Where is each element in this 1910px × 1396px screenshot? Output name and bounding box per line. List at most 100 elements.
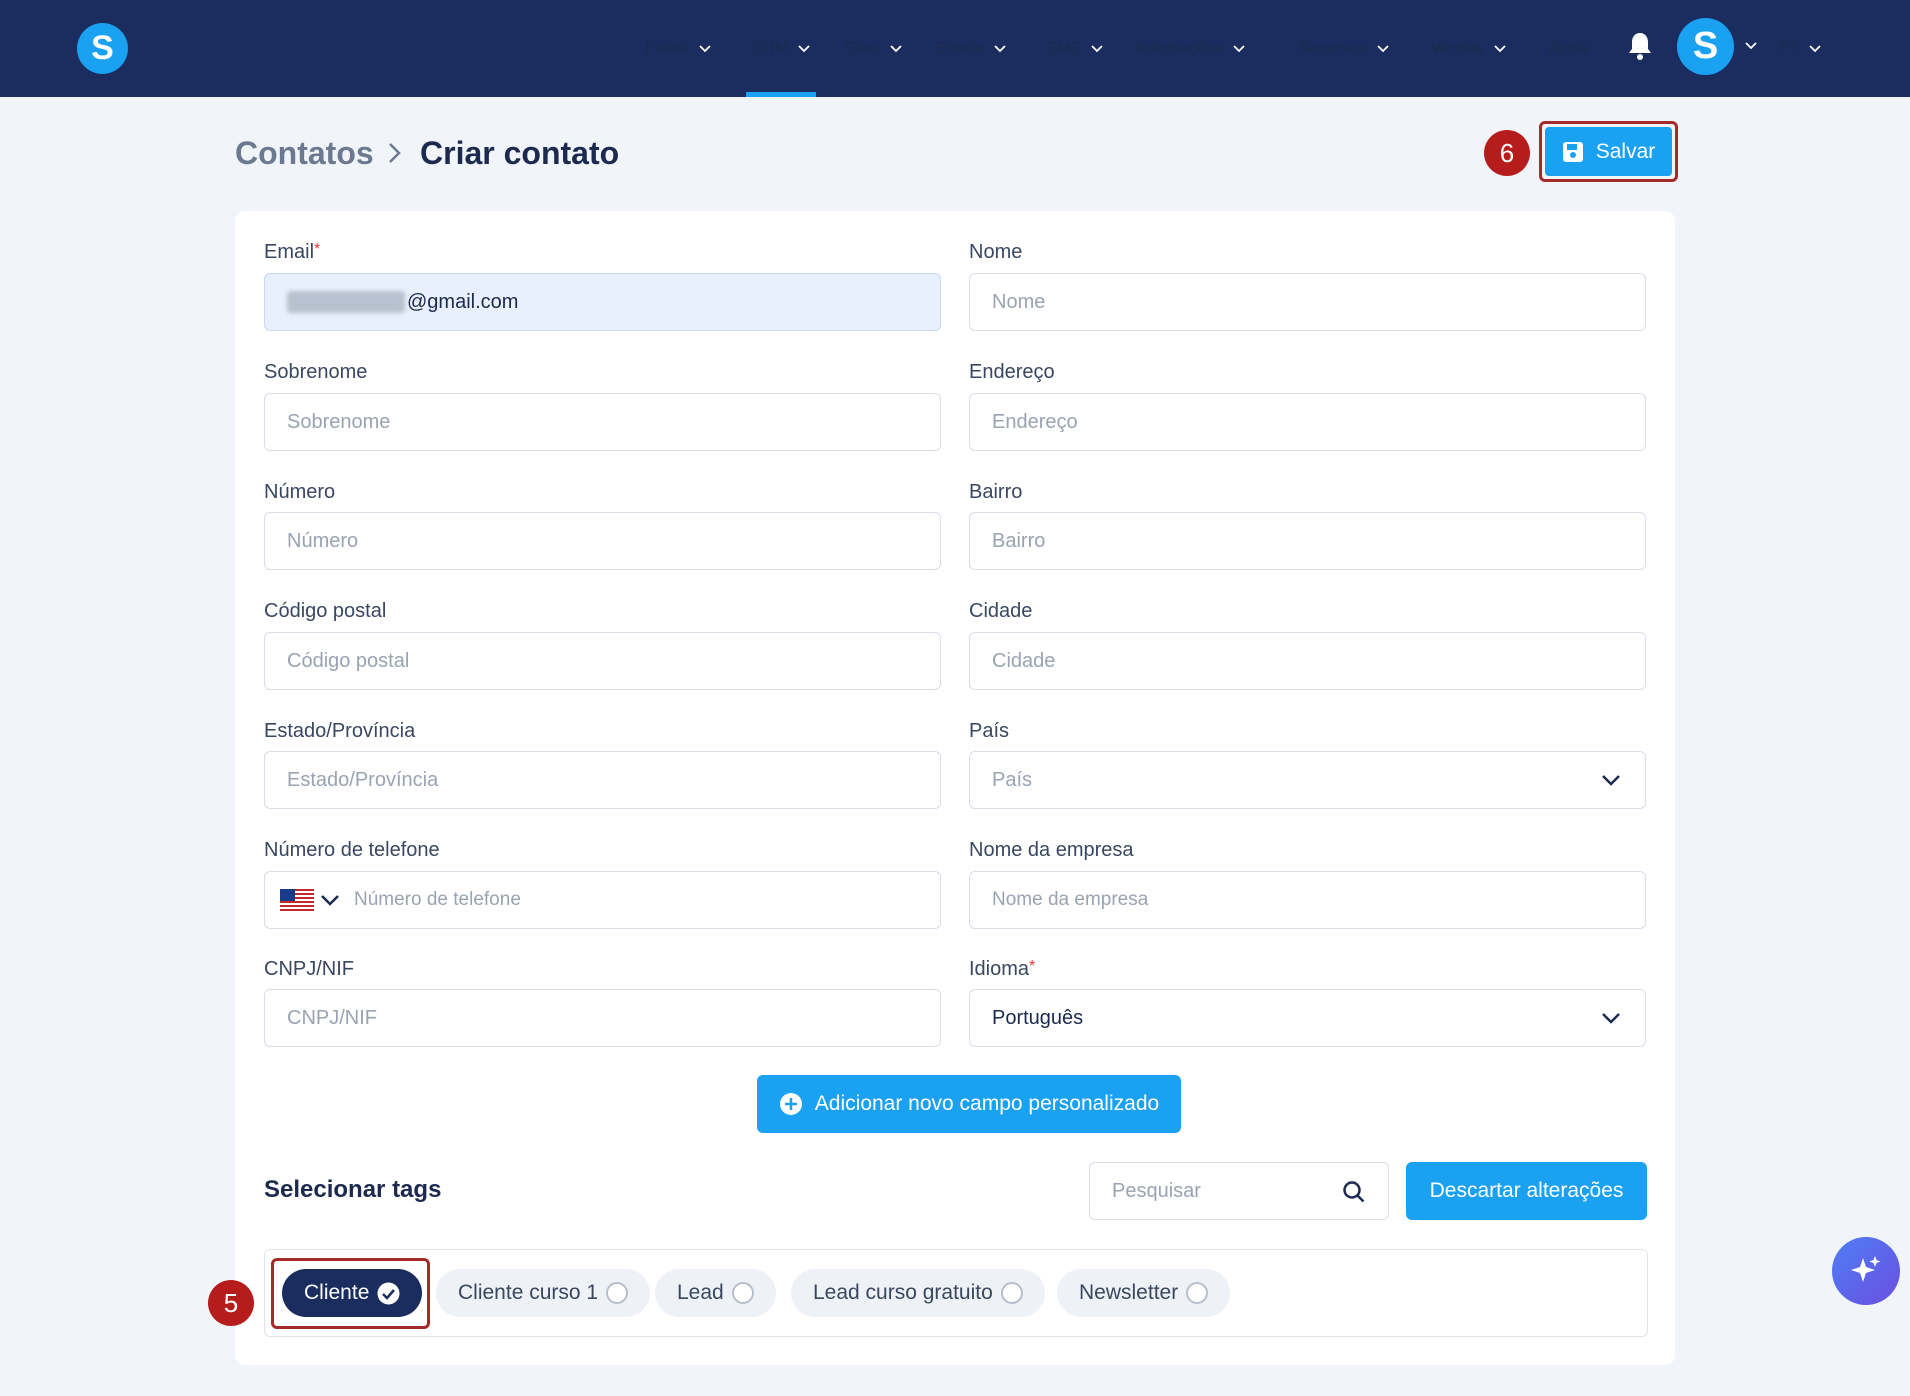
nav-item-label: Recursos: [1299, 39, 1367, 57]
nav-item-label: Emails: [936, 39, 985, 57]
nav-item-emails[interactable]: Emails: [936, 0, 1006, 97]
empresa-label: Nome da empresa: [969, 839, 1134, 861]
language-label: PT: [1779, 39, 1800, 57]
save-button-label: Salvar: [1595, 139, 1656, 163]
chevron-down-icon: [1602, 1013, 1620, 1024]
pais-placeholder: País: [992, 768, 1033, 791]
language-selector[interactable]: PT: [1779, 0, 1822, 97]
nav-item-label: Vendas: [1431, 39, 1485, 57]
ai-assistant-button[interactable]: [1832, 1237, 1900, 1305]
nav-item-crm[interactable]: CRM: [745, 0, 817, 97]
redacted-text: [287, 291, 405, 313]
empresa-field[interactable]: Nome da empresa: [969, 871, 1646, 929]
telefone-label: Número de telefone: [264, 839, 440, 861]
add-custom-field-label: Adicionar novo campo personalizado: [814, 1092, 1160, 1115]
save-icon: [1562, 141, 1583, 162]
nome-field[interactable]: Nome: [969, 273, 1646, 331]
nav-item-vendas[interactable]: Vendas: [1431, 0, 1507, 97]
email-value: @gmail.com: [407, 290, 519, 313]
cidade-field[interactable]: Cidade: [969, 632, 1646, 690]
idioma-value: Português: [992, 1006, 1084, 1029]
tag-label: Cliente curso 1: [458, 1281, 599, 1304]
search-icon[interactable]: [1342, 1180, 1366, 1204]
tags-section-title: Selecionar tags: [264, 1176, 442, 1203]
tag-chip-lead-curso-gratuito[interactable]: Lead curso gratuito: [791, 1269, 1045, 1317]
numero-field[interactable]: Número: [264, 512, 941, 570]
tag-chip-lead[interactable]: Lead: [655, 1269, 776, 1317]
bairro-field[interactable]: Bairro: [969, 512, 1646, 570]
radio-circle-icon: [1000, 1282, 1023, 1304]
estado-field[interactable]: Estado/Província: [264, 751, 941, 809]
endereco-field[interactable]: Endereço: [969, 393, 1646, 451]
bell-icon[interactable]: [1626, 31, 1654, 61]
step-badge: 6: [1484, 130, 1530, 176]
sparkle-icon: [1851, 1256, 1881, 1282]
numero-label: Número: [264, 481, 336, 503]
nav-item-label: Ajuda: [1548, 39, 1589, 57]
chevron-down-icon: [1809, 44, 1822, 52]
email-label: Email*: [264, 241, 321, 263]
tag-label: Newsletter: [1079, 1281, 1179, 1304]
chevron-down-icon: [1091, 44, 1103, 52]
nav-item-label: SMS: [1046, 39, 1081, 57]
required-asterisk: *: [1029, 958, 1036, 975]
cidade-label: Cidade: [969, 600, 1033, 622]
chevron-down-icon: [1494, 44, 1507, 52]
nav-item-recursos[interactable]: Recursos: [1299, 0, 1389, 97]
required-asterisk: *: [314, 241, 321, 258]
plus-circle-icon: [779, 1093, 802, 1115]
nav-item-painel[interactable]: Painel: [645, 0, 712, 97]
save-button[interactable]: Salvar: [1545, 127, 1672, 176]
step-badge: 5: [208, 1280, 254, 1326]
page-title: Criar contato: [420, 135, 620, 171]
nav-item-sites[interactable]: Sites: [844, 0, 902, 97]
radio-circle-icon: [731, 1282, 754, 1304]
pais-select[interactable]: País: [969, 751, 1646, 809]
top-nav-bar: S Painel CRM Sites Emails SMS Automações…: [0, 0, 1910, 97]
tag-label: Lead: [677, 1281, 724, 1304]
chevron-down-icon[interactable]: [1745, 42, 1757, 50]
nav-item-label: Automações: [1134, 39, 1223, 57]
breadcrumb-parent[interactable]: Contatos: [235, 135, 374, 172]
radio-circle-icon: [606, 1282, 629, 1304]
sobrenome-field[interactable]: Sobrenome: [264, 393, 941, 451]
save-button-highlight: Salvar: [1539, 121, 1678, 182]
discard-changes-button[interactable]: Descartar alterações: [1406, 1162, 1647, 1220]
chevron-down-icon: [1602, 775, 1620, 786]
us-flag-icon[interactable]: [280, 889, 314, 911]
telefone-placeholder: Número de telefone: [354, 889, 521, 910]
chevron-down-icon[interactable]: [320, 894, 340, 907]
search-placeholder: Pesquisar: [1112, 1179, 1201, 1202]
add-custom-field-button[interactable]: Adicionar novo campo personalizado: [757, 1075, 1181, 1133]
endereco-label: Endereço: [969, 361, 1055, 383]
chevron-down-icon: [889, 44, 902, 52]
tags-search-input[interactable]: Pesquisar: [1089, 1162, 1389, 1220]
telefone-field[interactable]: Número de telefone: [264, 871, 941, 929]
estado-label: Estado/Província: [264, 720, 416, 742]
tag-highlight-box: [271, 1258, 430, 1329]
idioma-label: Idioma*: [969, 958, 1036, 980]
chevron-down-icon: [1376, 44, 1389, 52]
app-logo[interactable]: S: [77, 23, 128, 74]
chevron-right-icon: [389, 143, 401, 163]
nav-item-label: Painel: [645, 39, 690, 57]
nav-item-ajuda[interactable]: Ajuda: [1548, 0, 1589, 97]
radio-circle-icon: [1186, 1282, 1209, 1304]
nav-item-sms[interactable]: SMS: [1046, 0, 1103, 97]
tag-chip-newsletter[interactable]: Newsletter: [1057, 1269, 1231, 1317]
cnpj-field[interactable]: CNPJ/NIF: [264, 989, 941, 1047]
nav-item-label: Sites: [844, 39, 880, 57]
idioma-select[interactable]: Português: [969, 989, 1646, 1047]
codigo-postal-field[interactable]: Código postal: [264, 632, 941, 690]
nome-label: Nome: [969, 241, 1023, 263]
codigo-postal-label: Código postal: [264, 600, 387, 622]
chevron-down-icon: [798, 44, 811, 52]
tag-label: Lead curso gratuito: [813, 1281, 993, 1304]
nav-item-automacoes[interactable]: Automações: [1134, 0, 1245, 97]
email-field[interactable]: @gmail.com: [264, 273, 941, 331]
user-avatar[interactable]: S: [1677, 18, 1734, 75]
chevron-down-icon: [699, 44, 712, 52]
chevron-down-icon: [1233, 44, 1245, 52]
tag-chip-cliente-curso-1[interactable]: Cliente curso 1: [436, 1269, 651, 1317]
chevron-down-icon: [994, 44, 1006, 52]
